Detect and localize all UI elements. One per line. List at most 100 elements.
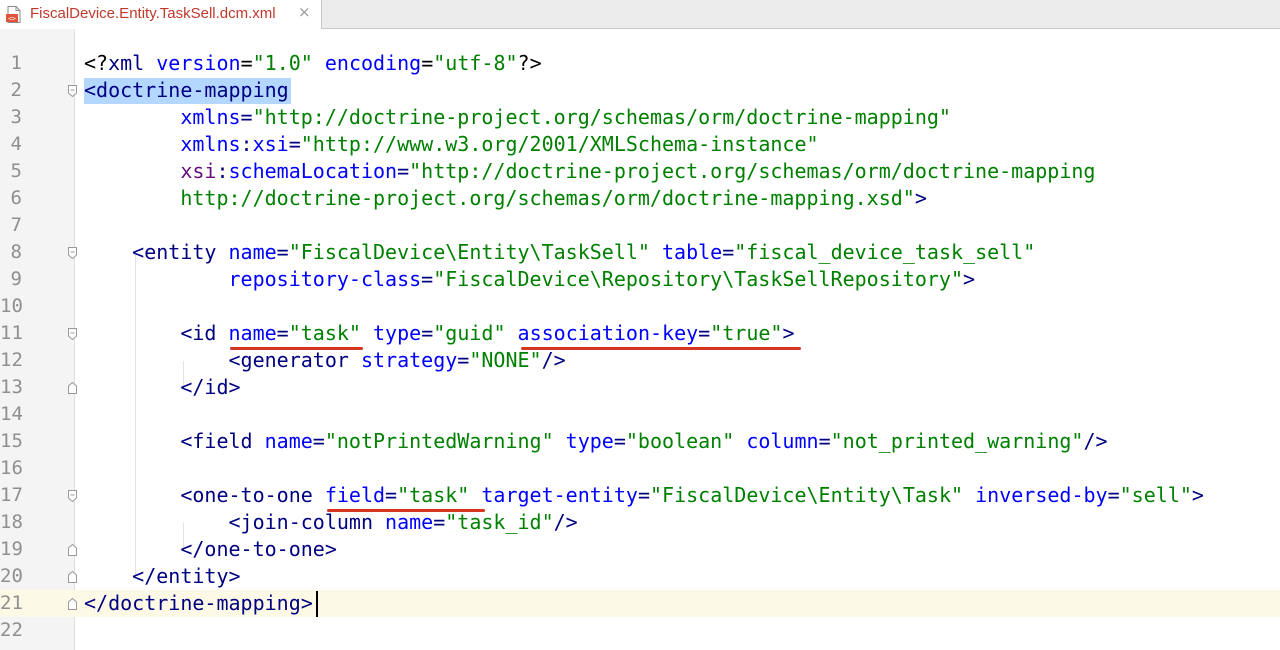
line-number: 11: [0, 322, 23, 344]
fold-end-icon[interactable]: [68, 597, 77, 610]
code-line[interactable]: 12 <generator strategy="NONE"/>: [0, 347, 1280, 374]
code-line[interactable]: 10: [0, 293, 1280, 320]
code-text: </entity>: [84, 563, 241, 590]
code-line[interactable]: 2 <doctrine-mapping: [0, 77, 1280, 104]
code-token: >: [782, 321, 795, 345]
annotation-underline: [521, 347, 801, 350]
code-text: xmlns="http://doctrine-project.org/schem…: [84, 104, 951, 131]
code-token: xmlns: [180, 105, 241, 129]
fold-end-icon[interactable]: [68, 543, 77, 556]
code-token: name: [385, 510, 434, 534]
line-number: 15: [0, 430, 23, 452]
code-line[interactable]: 3 xmlns="http://doctrine-project.org/sch…: [0, 104, 1280, 131]
code-token: <field: [180, 429, 265, 453]
code-token: <join-column: [228, 510, 386, 534]
code-line[interactable]: 6 http://doctrine-project.org/schemas/or…: [0, 185, 1280, 212]
code-token: xml: [108, 51, 145, 75]
code-line[interactable]: 16: [0, 455, 1280, 482]
code-line[interactable]: 22: [0, 617, 1280, 644]
code-token: =: [421, 321, 434, 345]
code-text: <one-to-one field="task" target-entity="…: [84, 482, 1204, 509]
line-number: 7: [10, 214, 22, 236]
code-line[interactable]: 7: [0, 212, 1280, 239]
code-token: =: [722, 240, 735, 264]
code-line[interactable]: 20 </entity>: [0, 563, 1280, 590]
code-token: =: [613, 429, 626, 453]
fold-collapse-icon[interactable]: [68, 246, 77, 260]
code-token: type: [565, 429, 614, 453]
code-line[interactable]: 5 xsi:schemaLocation="http://doctrine-pr…: [0, 158, 1280, 185]
code-token: "FiscalDevice\Entity\TaskSell": [288, 240, 650, 264]
code-line[interactable]: 21 </doctrine-mapping>: [0, 590, 1280, 617]
code-line[interactable]: 15 <field name="notPrintedWarning" type=…: [0, 428, 1280, 455]
code-token: />: [1083, 429, 1108, 453]
fold-collapse-icon[interactable]: [68, 489, 77, 503]
line-number: 4: [10, 133, 22, 155]
code-token: "sell": [1119, 483, 1192, 507]
code-token: "not_printed_warning": [830, 429, 1084, 453]
code-line[interactable]: 9 repository-class="FiscalDevice\Reposit…: [0, 266, 1280, 293]
line-number: 16: [0, 457, 23, 479]
code-line[interactable]: 8 <entity name = "FiscalDevice\Entity\Task…: [0, 239, 1280, 266]
code-token: =: [637, 483, 650, 507]
line-number: 20: [0, 565, 23, 587]
code-line[interactable]: 17 <one-to-one field="task" target-entit…: [0, 482, 1280, 509]
close-icon[interactable]: ×: [298, 3, 311, 21]
code-token: </entity>: [132, 564, 241, 588]
tab-file[interactable]: <> FiscalDevice.Entity.TaskSell.dcm.xml …: [0, 0, 322, 29]
code-line[interactable]: 18 <join-column name="task_id"/>: [0, 509, 1280, 536]
code-token: "1.0": [252, 51, 313, 75]
code-token: name: [228, 321, 277, 345]
line-number: 8: [10, 241, 22, 263]
code-token: <?: [84, 51, 109, 75]
code-line[interactable]: 19 </one-to-one>: [0, 536, 1280, 563]
code-token: "utf-8": [433, 51, 518, 75]
fold-end-icon[interactable]: [68, 381, 77, 394]
code-token: =: [433, 510, 446, 534]
code-token: xmlns: [180, 132, 241, 156]
code-text: xmlns:xsi="http://www.w3.org/2001/XMLSch…: [84, 131, 818, 158]
code-token: <entity: [132, 240, 229, 264]
code-text: </one-to-one>: [84, 536, 337, 563]
fold-collapse-icon[interactable]: [68, 84, 77, 98]
code-token: name: [264, 429, 313, 453]
fold-end-icon[interactable]: [68, 570, 77, 583]
code-text: <entity name = "FiscalDevice\Entity\TaskSe…: [84, 239, 1035, 266]
code-token: "true": [710, 321, 783, 345]
code-text: <id name="task" type="guid" association-…: [84, 320, 795, 347]
code-line[interactable]: 4 xmlns:xsi="http://www.w3.org/2001/XMLS…: [0, 131, 1280, 158]
code-token: encoding: [324, 51, 422, 75]
code-token: />: [541, 348, 566, 372]
code-line[interactable]: 1 <?xml version="1.0" encoding="utf-8"?>: [0, 50, 1280, 77]
xml-file-icon: <>: [6, 6, 22, 23]
code-editor[interactable]: 1 <?xml version="1.0" encoding="utf-8"?> 2…: [0, 29, 1280, 650]
code-text: xsi:schemaLocation="http://doctrine-proj…: [84, 158, 1095, 185]
code-token: ?>: [517, 51, 542, 75]
line-number: 9: [10, 268, 22, 290]
code-token: =: [240, 105, 253, 129]
code-token: name: [228, 240, 277, 264]
code-line[interactable]: 14: [0, 401, 1280, 428]
code-token: </one-to-one>: [180, 537, 337, 561]
code-line[interactable]: 13 </id>: [0, 374, 1280, 401]
svg-text:<>: <>: [8, 15, 16, 23]
code-line[interactable]: 11 <id name="task" type="guid" associati…: [0, 320, 1280, 347]
code-token: =: [288, 132, 301, 156]
code-token: =: [421, 51, 434, 75]
code-token: >: [963, 267, 976, 291]
code-token: strategy: [360, 348, 458, 372]
code-token: "http://doctrine-project.org/schemas/orm…: [409, 159, 1096, 183]
fold-collapse-icon[interactable]: [68, 327, 77, 341]
editor-tab-bar: <> FiscalDevice.Entity.TaskSell.dcm.xml …: [0, 0, 1280, 29]
line-number: 13: [0, 376, 23, 398]
